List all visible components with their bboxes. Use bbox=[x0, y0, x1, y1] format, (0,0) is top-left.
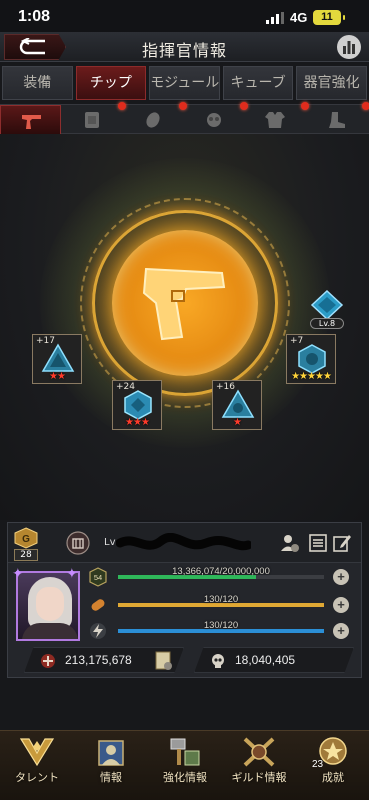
stamina-plus-button[interactable]: + bbox=[333, 597, 349, 613]
tab-cube[interactable]: キューブ bbox=[222, 66, 294, 100]
avatar-star-icon: ✦ bbox=[12, 566, 24, 582]
redacted-name-scribble bbox=[116, 533, 251, 551]
energy-text: 130/120 bbox=[203, 620, 239, 631]
category-armor[interactable] bbox=[61, 102, 126, 135]
kills-value: 18,040,405 bbox=[235, 653, 296, 667]
category-boots[interactable] bbox=[305, 102, 369, 135]
nav-guild[interactable]: ギルド情報 bbox=[224, 731, 294, 800]
ammo-icon bbox=[146, 112, 160, 128]
nav-talent[interactable]: タレント bbox=[2, 731, 72, 800]
stamina-text: 130/120 bbox=[203, 594, 239, 605]
nav-achievement[interactable]: 23 成就 bbox=[298, 731, 368, 800]
combat-power-value: 213,175,678 bbox=[65, 653, 132, 667]
tab-chip[interactable]: チップ bbox=[75, 66, 147, 100]
player-level-prefix: Lv bbox=[104, 537, 116, 548]
chip-stars: ★★ bbox=[49, 371, 66, 382]
profile-settings-icon[interactable] bbox=[280, 533, 300, 553]
nav-info-label: 情報 bbox=[100, 771, 122, 784]
stamina-row: 130/120 + bbox=[88, 594, 358, 615]
core-level-label: Lv.8 bbox=[310, 318, 344, 329]
status-time: 1:08 bbox=[18, 8, 51, 25]
network-label: 4G bbox=[290, 10, 308, 25]
chip-slot-3[interactable]: +24 ★★★ bbox=[112, 380, 162, 430]
kills-box: 18,040,405 bbox=[194, 647, 354, 673]
player-header: G 28 Lv bbox=[8, 523, 361, 563]
jacket-icon bbox=[265, 112, 285, 128]
chip-stars: ★★★ bbox=[125, 417, 150, 428]
tab-module[interactable]: モジュール bbox=[149, 66, 220, 100]
rank-emblem-icon: G bbox=[14, 527, 38, 549]
list-icon[interactable] bbox=[308, 533, 328, 553]
category-jacket[interactable] bbox=[244, 102, 309, 135]
signal-icon bbox=[266, 12, 284, 24]
avatar-star-icon: ✦ bbox=[66, 566, 78, 582]
rank-number: 28 bbox=[14, 549, 38, 561]
tab-organ-enhance[interactable]: 器官強化 bbox=[296, 66, 367, 100]
header: 指揮官情報 bbox=[0, 32, 369, 62]
chip-stars: ★ bbox=[233, 417, 242, 428]
category-pistol[interactable] bbox=[0, 105, 61, 135]
skull-icon bbox=[212, 654, 224, 668]
bottom-nav: タレント 情報 強化情報 ギルド情報 23 成就 bbox=[0, 730, 369, 800]
tab-equipment[interactable]: 装備 bbox=[2, 66, 73, 100]
blue-gem-icon bbox=[310, 289, 344, 321]
nav-achievement-label: 成就 bbox=[322, 771, 344, 784]
nav-talent-label: タレント bbox=[15, 771, 59, 784]
pistol-core-icon bbox=[142, 267, 226, 341]
level-badge-icon: 54 bbox=[89, 567, 107, 587]
chip-board: Lv.8 +17 ★★ +7 ★★★★★ +24 ★★★ +16 ★ bbox=[0, 134, 369, 520]
combat-power-icon bbox=[41, 654, 55, 668]
page-title: 指揮官情報 bbox=[141, 41, 227, 60]
exp-text: 13,366,074/20,000,000 bbox=[172, 566, 270, 577]
status-bar: 1:08 4G 11 bbox=[0, 0, 369, 32]
exp-plus-button[interactable]: + bbox=[333, 569, 349, 585]
boots-icon bbox=[329, 112, 345, 128]
core-level-badge[interactable]: Lv.8 bbox=[310, 289, 344, 330]
tab-bar: 装備 チップ モジュール キューブ 器官強化 bbox=[0, 66, 369, 100]
commander-info-panel: G 28 Lv ✦ ✦ 54 13,366,074/20,000,000 + 1… bbox=[7, 522, 362, 678]
stats-button[interactable] bbox=[337, 35, 361, 59]
svg-text:54: 54 bbox=[94, 573, 102, 582]
battery-icon: 11 bbox=[313, 10, 345, 25]
stamina-pill-icon bbox=[91, 599, 105, 611]
chip-slot-2[interactable]: +7 ★★★★★ bbox=[286, 334, 336, 384]
energy-plus-button[interactable]: + bbox=[333, 623, 349, 639]
notification-dot bbox=[362, 102, 369, 110]
nav-upgrade-label: 強化情報 bbox=[163, 771, 207, 784]
nav-upgrade[interactable]: 強化情報 bbox=[150, 731, 220, 800]
info-icon bbox=[98, 740, 124, 766]
pistol-icon bbox=[22, 115, 41, 129]
nav-guild-label: ギルド情報 bbox=[231, 771, 287, 784]
rank-badge[interactable]: G 28 bbox=[12, 527, 40, 561]
exp-row: 54 13,366,074/20,000,000 + bbox=[88, 566, 358, 587]
bar-chart-icon bbox=[343, 41, 355, 54]
category-ammo[interactable] bbox=[122, 102, 187, 135]
chip-category-bar bbox=[0, 102, 369, 135]
category-gasmask[interactable] bbox=[183, 102, 248, 135]
combat-power-box: 213,175,678 bbox=[24, 647, 184, 673]
avatar-body bbox=[22, 623, 78, 639]
chip-stars: ★★★★★ bbox=[291, 371, 332, 382]
avatar-face bbox=[36, 587, 64, 621]
upgrade-icon bbox=[170, 738, 200, 766]
talent-icon bbox=[19, 738, 55, 767]
chip-slot-1[interactable]: +17 ★★ bbox=[32, 334, 82, 384]
guild-emblem-icon[interactable] bbox=[66, 531, 90, 555]
weapon-core[interactable] bbox=[112, 230, 258, 376]
svg-text:G: G bbox=[22, 534, 30, 545]
energy-bolt-icon bbox=[90, 623, 106, 639]
gasmask-icon bbox=[207, 113, 221, 127]
nav-info[interactable]: 情報 bbox=[76, 731, 146, 800]
guild-icon bbox=[243, 737, 275, 767]
energy-row: 130/120 + bbox=[88, 620, 358, 641]
edit-icon[interactable] bbox=[332, 533, 352, 553]
armor-icon bbox=[85, 112, 99, 128]
skill-card-icon bbox=[155, 651, 172, 670]
chip-slot-4[interactable]: +16 ★ bbox=[212, 380, 262, 430]
